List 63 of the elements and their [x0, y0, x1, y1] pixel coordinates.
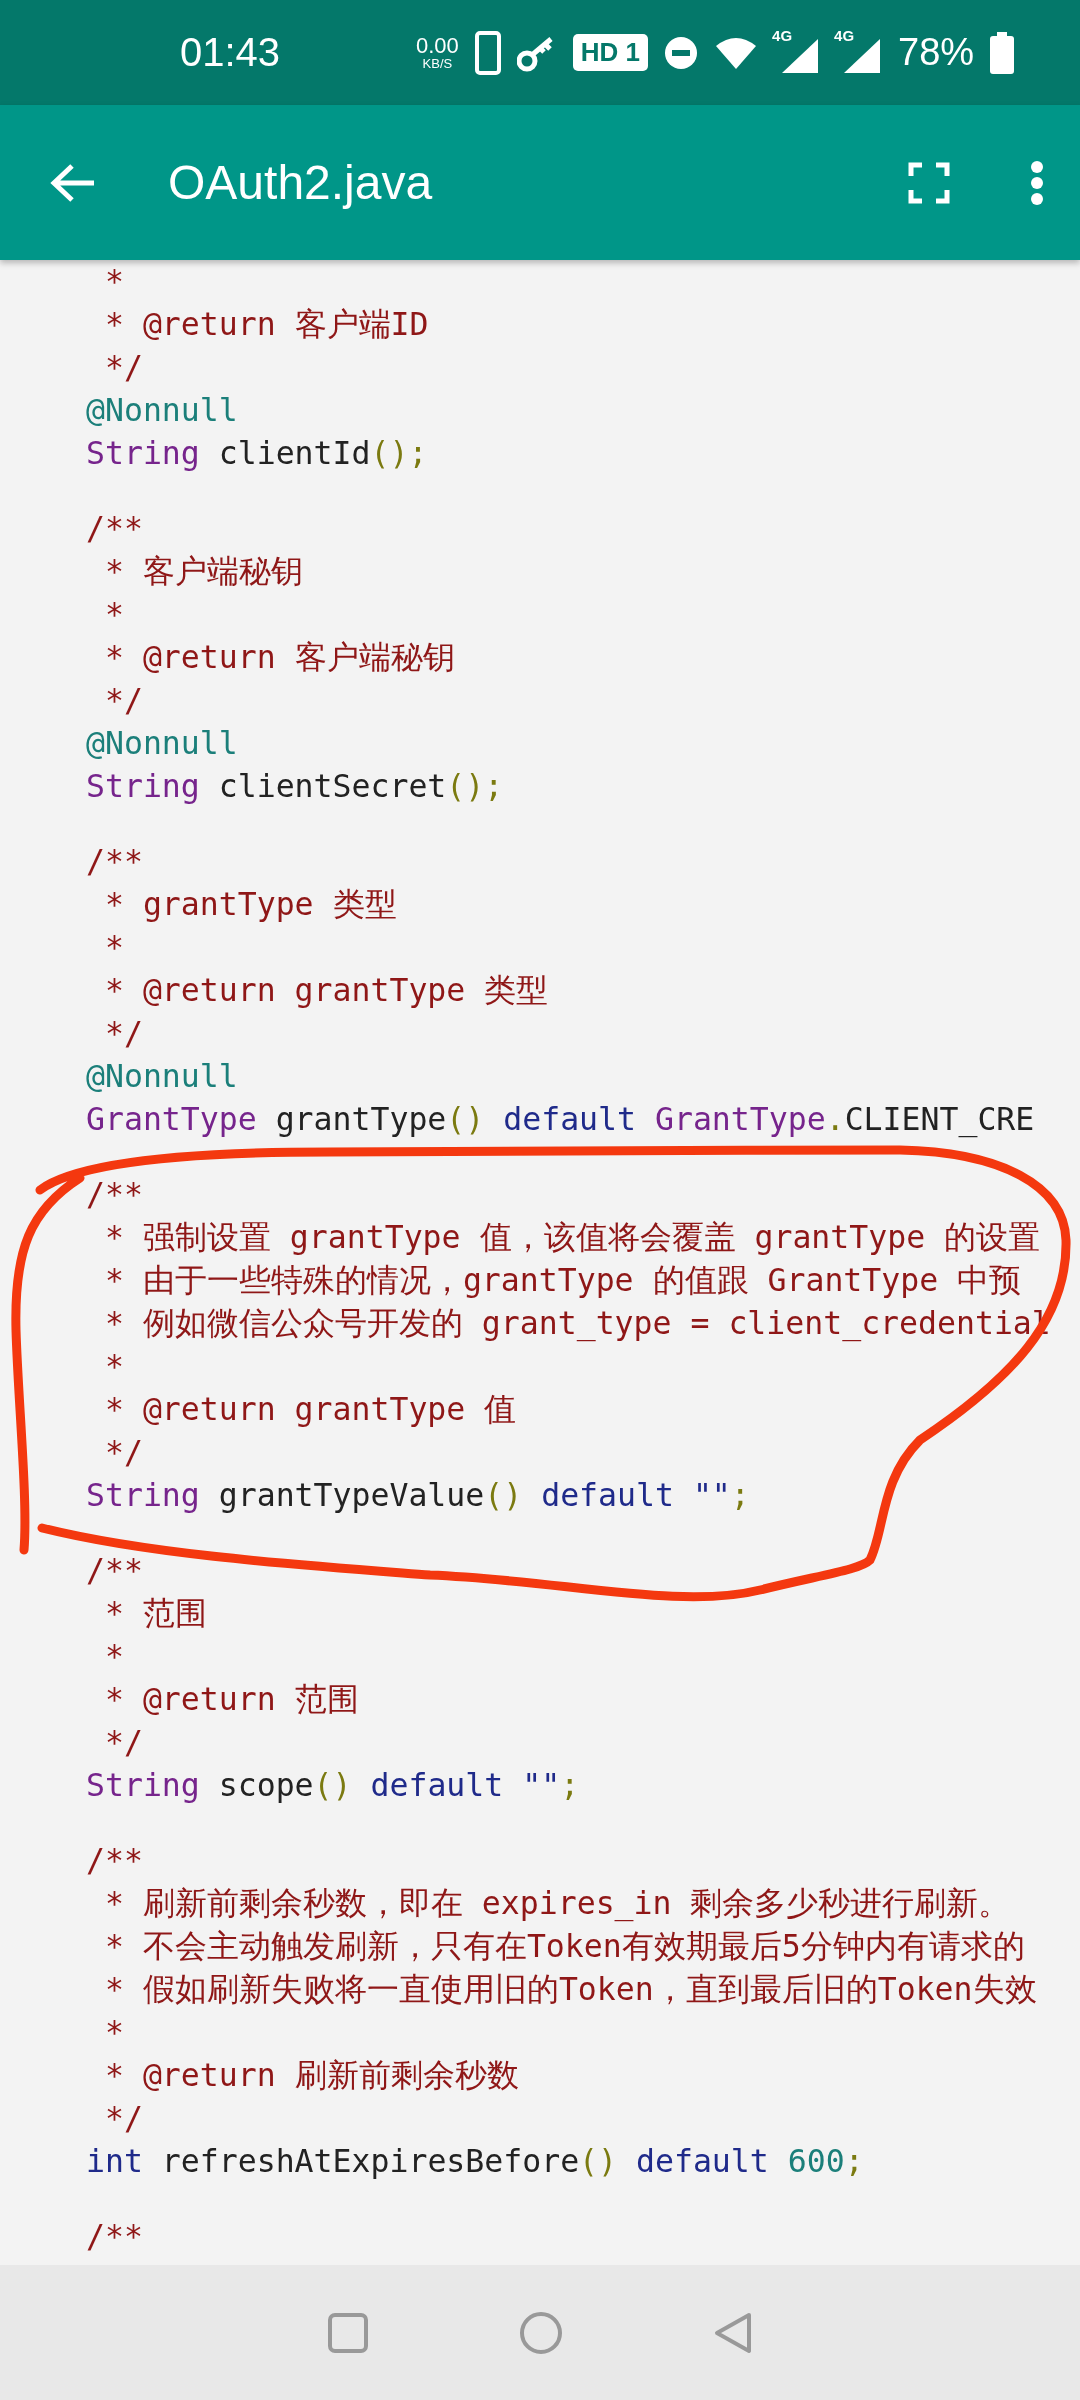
code-line: * @return grantType 类型 [103, 971, 550, 1010]
back-nav-button[interactable] [713, 2310, 753, 2355]
code-line: String clientSecret(); [86, 767, 505, 806]
code-line: String grantTypeValue() default ""; [86, 1476, 751, 1515]
code-line: /** [86, 509, 144, 548]
code-line: @Nonnull [86, 1057, 239, 1096]
code-line: String scope() default ""; [86, 1766, 581, 1805]
code-line: * grantType 类型 [103, 885, 398, 924]
hd-badge: HD 1 [572, 34, 649, 71]
wifi-icon [714, 35, 759, 70]
code-line: /** [86, 1175, 144, 1214]
do-not-disturb-icon [664, 35, 699, 70]
code-line: * [103, 928, 125, 967]
network-speed-unit: KB/S [422, 57, 453, 70]
fullscreen-icon [908, 161, 950, 204]
code-line: * [103, 2013, 125, 2052]
code-line: * 强制设置 grantType 值，该值将会覆盖 grantType 的设置 [103, 1218, 1042, 1257]
code-line: /** [86, 2217, 144, 2256]
code-line: */ [103, 1014, 144, 1053]
code-line: */ [103, 681, 144, 720]
code-line: * @return 客户端ID [103, 305, 430, 344]
home-button[interactable] [519, 2310, 563, 2355]
code-line: @Nonnull [86, 391, 239, 430]
code-line: String clientId(); [86, 434, 429, 473]
phone-icon [474, 30, 501, 75]
code-line: * 不会主动触发刷新，只有在Token有效期最后5分钟内有请求的 [103, 1927, 1026, 1966]
more-options-button[interactable] [1030, 159, 1044, 206]
code-line: * [103, 595, 125, 634]
code-line: * @return 刷新前剩余秒数 [103, 2056, 520, 2095]
code-line: * @return 客户端秘钥 [103, 638, 456, 677]
code-line: @Nonnull [86, 724, 239, 763]
code-line: */ [103, 1723, 144, 1762]
file-title: OAuth2.java [168, 155, 434, 210]
code-line: * [103, 1637, 125, 1676]
triangle-icon [713, 2310, 753, 2355]
code-line: * 客户端秘钥 [103, 552, 304, 591]
circle-icon [519, 2310, 563, 2355]
fullscreen-button[interactable] [908, 161, 950, 204]
status-time: 01:43 [180, 30, 282, 75]
code-line: * 假如刷新失败将一直使用旧的Token，直到最后旧的Token失效 [103, 1970, 1038, 2009]
code-line: * [103, 262, 125, 301]
code-line: * @return grantType 值 [103, 1390, 518, 1429]
code-line: * @return 范围 [103, 1680, 360, 1719]
network-type: 4G [834, 26, 855, 44]
code-line: int refreshAtExpiresBefore() default 600; [86, 2142, 865, 2181]
network-speed: 0.00 [416, 35, 459, 57]
recents-button[interactable] [327, 2311, 369, 2354]
code-line: */ [103, 2099, 144, 2138]
code-line: /** [86, 1551, 144, 1590]
code-line: /** [86, 1841, 144, 1880]
code-line: * 刷新前剩余秒数，即在 expires_in 剩余多少秒进行刷新。 [103, 1884, 1012, 1924]
battery-icon [990, 31, 1015, 74]
battery-percent: 78% [898, 31, 975, 74]
code-line: GrantType grantType() default GrantType.CLIENT_CRE [86, 1100, 1036, 1140]
square-icon [327, 2311, 369, 2354]
code-line: */ [103, 1433, 144, 1472]
code-line: * [103, 1347, 125, 1386]
more-options-icon [1030, 159, 1044, 206]
network-type: 4G [772, 26, 793, 44]
code-line: * 范围 [103, 1594, 208, 1633]
code-line: * 由于一些特殊的情况，grantType 的值跟 GrantType 中预 [103, 1261, 1023, 1300]
code-line: /** [86, 842, 144, 881]
code-line: */ [103, 348, 144, 387]
